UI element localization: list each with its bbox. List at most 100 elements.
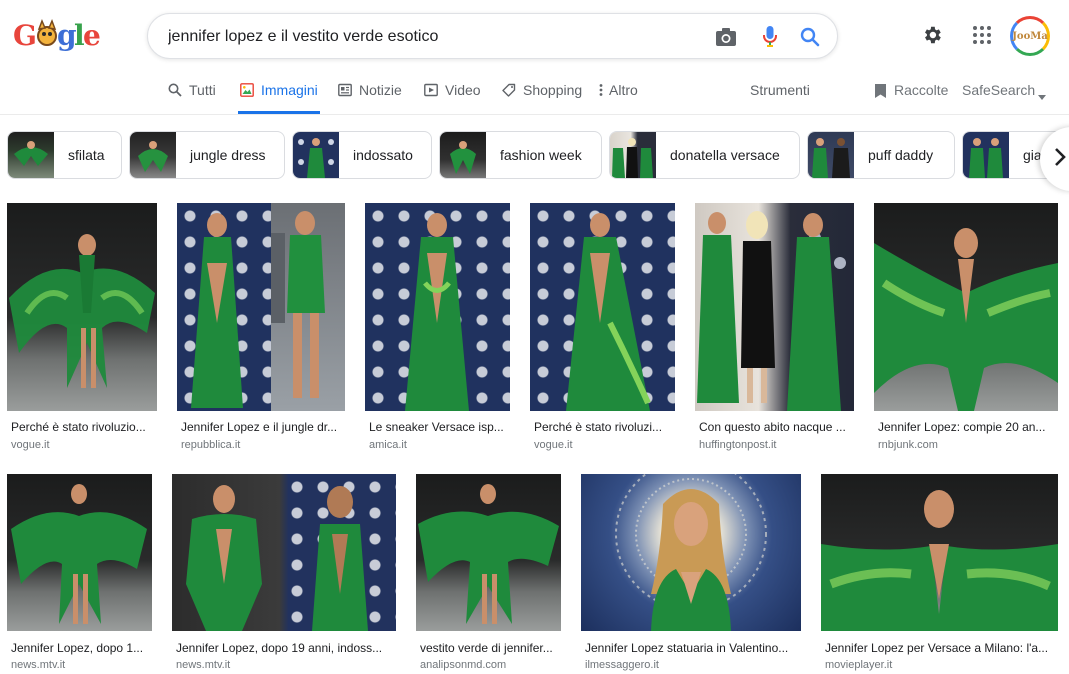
tab-label: Shopping (523, 82, 583, 98)
more-vert-icon (599, 83, 603, 97)
svg-text:e: e (83, 19, 101, 52)
google-doodle-logo[interactable]: G g l e (12, 16, 104, 54)
result-image (7, 203, 157, 411)
result-image (874, 203, 1058, 411)
result-title: Jennifer Lopez: compie 20 an... (878, 420, 1046, 434)
result-domain: vogue.it (534, 439, 573, 451)
tab-notizie[interactable]: Notizie (338, 82, 402, 114)
chip-thumbnail (963, 132, 1009, 178)
chip-thumbnail (610, 132, 656, 178)
chip-thumbnail (293, 132, 339, 178)
result-title: Perché è stato rivoluzio... (11, 420, 146, 434)
tab-altro[interactable]: Altro (599, 82, 638, 114)
avatar[interactable]: JooMa (1010, 16, 1050, 56)
result-domain: amica.it (369, 439, 407, 451)
result-title: Jennifer Lopez, dopo 1... (11, 641, 144, 655)
chip-jungle-dress[interactable]: jungle dress (129, 131, 285, 179)
search-input[interactable] (168, 25, 688, 49)
result-domain: analipsonmd.com (420, 659, 507, 671)
image-result[interactable]: Perché è stato rivoluzio... vogue.it (7, 203, 157, 453)
result-domain: vogue.it (11, 439, 50, 451)
result-image (365, 203, 510, 411)
search-box[interactable] (147, 13, 838, 59)
chip-donatella-versace[interactable]: donatella versace (609, 131, 800, 179)
tab-label: Altro (609, 82, 638, 98)
chip-thumbnail (440, 132, 486, 178)
safesearch-label: SafeSearch (962, 82, 1036, 98)
image-icon (240, 83, 254, 97)
tab-video[interactable]: Video (424, 82, 481, 114)
safesearch-dropdown[interactable]: SafeSearch (962, 82, 1047, 114)
image-result[interactable]: Perché è stato rivoluzi... vogue.it (530, 203, 675, 453)
chip-label: jungle dress (190, 147, 266, 163)
gear-icon[interactable] (919, 22, 945, 48)
result-title: Jennifer Lopez statuaria in Valentino... (585, 641, 789, 655)
tab-label: Notizie (359, 82, 402, 98)
caret-down-icon (1038, 87, 1047, 103)
chip-indossato[interactable]: indossato (292, 131, 432, 179)
result-domain: news.mtv.it (11, 659, 66, 671)
image-result[interactable]: Jennifer Lopez e il jungle dr... repubbl… (177, 203, 345, 453)
chip-thumbnail (130, 132, 176, 178)
result-domain: ilmessaggero.it (585, 659, 659, 671)
bookmark-icon (874, 83, 887, 99)
image-result[interactable]: Jennifer Lopez statuaria in Valentino...… (581, 474, 801, 674)
tab-immagini[interactable]: Immagini (238, 82, 320, 114)
tag-icon (502, 83, 516, 97)
chip-label: fashion week (500, 147, 582, 163)
tab-label: Video (445, 82, 481, 98)
chip-thumbnail (8, 132, 54, 178)
tab-shopping[interactable]: Shopping (502, 82, 582, 114)
result-image (581, 474, 801, 631)
image-result[interactable]: Jennifer Lopez per Versace a Milano: l'a… (821, 474, 1058, 674)
tools-button[interactable]: Strumenti (750, 82, 810, 114)
apps-grid-icon[interactable] (969, 22, 995, 48)
result-domain: news.mtv.it (176, 659, 231, 671)
chip-fashion-week[interactable]: fashion week (439, 131, 602, 179)
chevron-right-icon (1054, 147, 1066, 172)
tools-label: Strumenti (750, 82, 810, 98)
chip-sfilata[interactable]: sfilata (7, 131, 122, 179)
collections-button[interactable]: Raccolte (874, 82, 948, 114)
image-result[interactable]: Con questo abito nacque ... huffingtonpo… (695, 203, 854, 453)
image-result[interactable]: Jennifer Lopez, dopo 1... news.mtv.it (7, 474, 152, 674)
tab-label: Immagini (261, 82, 318, 98)
search-tabs: Tutti Immagini Notizie Video Shopping Al… (0, 70, 1069, 115)
collections-label: Raccolte (894, 82, 949, 98)
svg-text:G: G (13, 19, 37, 52)
result-title: Jennifer Lopez e il jungle dr... (181, 420, 338, 434)
chip-thumbnail (808, 132, 854, 178)
search-icon[interactable] (798, 25, 822, 49)
video-icon (424, 83, 438, 97)
result-image (172, 474, 396, 631)
result-domain: rnbjunk.com (878, 439, 938, 451)
result-domain: repubblica.it (181, 439, 241, 451)
related-searches-chips: sfilata jungle dress indossato fashion w… (0, 131, 1069, 179)
result-image (530, 203, 675, 411)
image-result[interactable]: vestito verde di jennifer... analipsonmd… (416, 474, 561, 674)
chip-label: donatella versace (670, 147, 780, 163)
result-image (7, 474, 152, 631)
image-result[interactable]: Jennifer Lopez: compie 20 an... rnbjunk.… (874, 203, 1058, 453)
result-title: Jennifer Lopez per Versace a Milano: l'a… (825, 641, 1049, 655)
tab-label: Tutti (189, 82, 216, 98)
result-image (695, 203, 854, 411)
result-title: Le sneaker Versace isp... (369, 420, 504, 434)
camera-icon[interactable] (714, 25, 738, 49)
chip-label: sfilata (68, 147, 105, 163)
image-result[interactable]: Jennifer Lopez, dopo 19 anni, indoss... … (172, 474, 396, 674)
result-title: Jennifer Lopez, dopo 19 anni, indoss... (176, 641, 383, 655)
result-title: vestito verde di jennifer... (420, 641, 553, 655)
result-image (177, 203, 345, 411)
news-icon (338, 83, 352, 97)
result-image (821, 474, 1058, 631)
chip-puff-daddy[interactable]: puff daddy (807, 131, 955, 179)
image-result[interactable]: Le sneaker Versace isp... amica.it (365, 203, 510, 453)
result-title: Con questo abito nacque ... (699, 420, 846, 434)
result-domain: huffingtonpost.it (699, 439, 777, 451)
microphone-icon[interactable] (758, 25, 782, 49)
search-icon (168, 83, 182, 97)
tab-tutti[interactable]: Tutti (168, 82, 216, 114)
result-image (416, 474, 561, 631)
result-title: Perché è stato rivoluzi... (534, 420, 663, 434)
